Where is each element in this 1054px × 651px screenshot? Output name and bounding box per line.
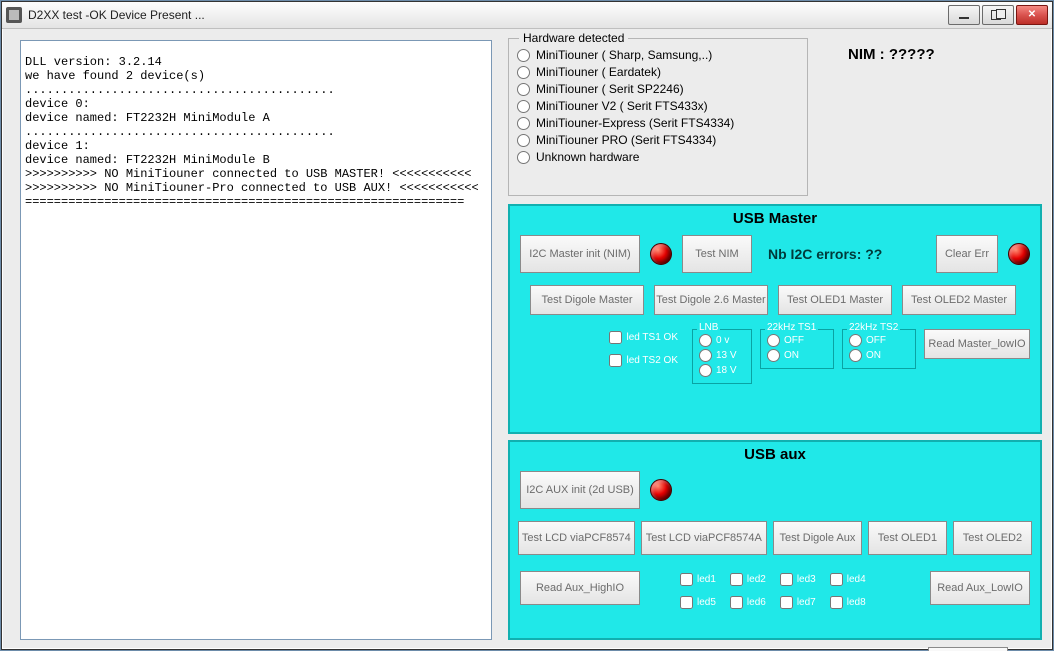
22khz-ts1-group: 22kHz TS1 OFFON	[760, 329, 834, 369]
lnb-option[interactable]: 18 V	[699, 364, 745, 377]
app-window: D2XX test -OK Device Present ... ✕ DLL v…	[1, 1, 1053, 650]
titlebar[interactable]: D2XX test -OK Device Present ... ✕	[2, 2, 1052, 29]
master-test-button[interactable]: Test Digole Master	[530, 285, 644, 315]
i2c-error-label: Nb I2C errors: ??	[768, 246, 882, 262]
aux-led-checkbox[interactable]: led6	[730, 596, 766, 609]
22khz-ts2-group: 22kHz TS2 OFFON	[842, 329, 916, 369]
aux-test-button[interactable]: Test LCD viaPCF8574A	[641, 521, 767, 555]
led-ts1-checkbox[interactable]: led TS1 OK	[609, 331, 678, 344]
log-output[interactable]: DLL version: 3.2.14 we have found 2 devi…	[20, 40, 492, 640]
aux-test-button[interactable]: Test OLED1	[868, 521, 947, 555]
22khz-ts2-option[interactable]: ON	[849, 349, 909, 362]
read-master-lowio-button[interactable]: Read Master_lowIO	[924, 329, 1030, 359]
test-nim-button[interactable]: Test NIM	[682, 235, 752, 273]
read-aux-highio-button[interactable]: Read Aux_HighIO	[520, 571, 640, 605]
aux-led-checkbox[interactable]: led2	[730, 573, 766, 586]
minimize-button[interactable]	[948, 5, 980, 25]
hardware-detected-group: Hardware detected MiniTiouner ( Sharp, S…	[508, 38, 808, 196]
aux-led-checkbox[interactable]: led4	[830, 573, 866, 586]
window-title: D2XX test -OK Device Present ...	[28, 8, 948, 22]
maximize-button[interactable]	[982, 5, 1014, 25]
aux-test-button[interactable]: Test OLED2	[953, 521, 1032, 555]
hardware-group-label: Hardware detected	[519, 31, 628, 45]
master-test-button[interactable]: Test OLED1 Master	[778, 285, 892, 315]
hardware-option[interactable]: MiniTiouner-Express (Serit FTS4334)	[517, 116, 799, 130]
lnb-option[interactable]: 13 V	[699, 349, 745, 362]
lnb-option[interactable]: 0 v	[699, 334, 745, 347]
usb-aux-panel: USB aux I2C AUX init (2d USB) Test LCD v…	[508, 440, 1042, 640]
master-test-button[interactable]: Test OLED2 Master	[902, 285, 1016, 315]
aux-led-checkbox[interactable]: led3	[780, 573, 816, 586]
quit-button[interactable]: Quit	[928, 647, 1008, 651]
clear-err-button[interactable]: Clear Err	[936, 235, 998, 273]
read-aux-lowio-button[interactable]: Read Aux_LowIO	[930, 571, 1030, 605]
hardware-option[interactable]: MiniTiouner PRO (Serit FTS4334)	[517, 133, 799, 147]
hardware-option[interactable]: MiniTiouner ( Sharp, Samsung,..)	[517, 48, 799, 62]
usb-master-panel: USB Master I2C Master init (NIM) Test NI…	[508, 204, 1042, 434]
i2c-master-init-button[interactable]: I2C Master init (NIM)	[520, 235, 640, 273]
aux-led-checkbox[interactable]: led8	[830, 596, 866, 609]
hardware-option[interactable]: Unknown hardware	[517, 150, 799, 164]
hardware-option[interactable]: MiniTiouner V2 ( Serit FTS433x)	[517, 99, 799, 113]
master-init-led	[650, 243, 672, 265]
hardware-option[interactable]: MiniTiouner ( Eardatek)	[517, 65, 799, 79]
aux-led-checkbox[interactable]: led1	[680, 573, 716, 586]
22khz-ts2-option[interactable]: OFF	[849, 334, 909, 347]
aux-test-button[interactable]: Test Digole Aux	[773, 521, 862, 555]
aux-init-led	[650, 479, 672, 501]
nim-label: NIM : ?????	[848, 46, 935, 63]
master-err-led	[1008, 243, 1030, 265]
usb-master-title: USB Master	[510, 206, 1040, 229]
hardware-option[interactable]: MiniTiouner ( Serit SP2246)	[517, 82, 799, 96]
app-icon	[6, 7, 22, 23]
aux-led-checkbox[interactable]: led5	[680, 596, 716, 609]
aux-test-button[interactable]: Test LCD viaPCF8574	[518, 521, 635, 555]
22khz-ts1-option[interactable]: ON	[767, 349, 827, 362]
aux-led-checkbox[interactable]: led7	[780, 596, 816, 609]
i2c-aux-init-button[interactable]: I2C AUX init (2d USB)	[520, 471, 640, 509]
usb-aux-title: USB aux	[510, 442, 1040, 465]
lnb-group: LNB 0 v13 V18 V	[692, 329, 752, 384]
led-ts2-checkbox[interactable]: led TS2 OK	[609, 354, 678, 367]
log-text[interactable]: DLL version: 3.2.14 we have found 2 devi…	[21, 53, 491, 651]
master-test-button[interactable]: Test Digole 2.6 Master	[654, 285, 768, 315]
close-button[interactable]: ✕	[1016, 5, 1048, 25]
22khz-ts1-option[interactable]: OFF	[767, 334, 827, 347]
